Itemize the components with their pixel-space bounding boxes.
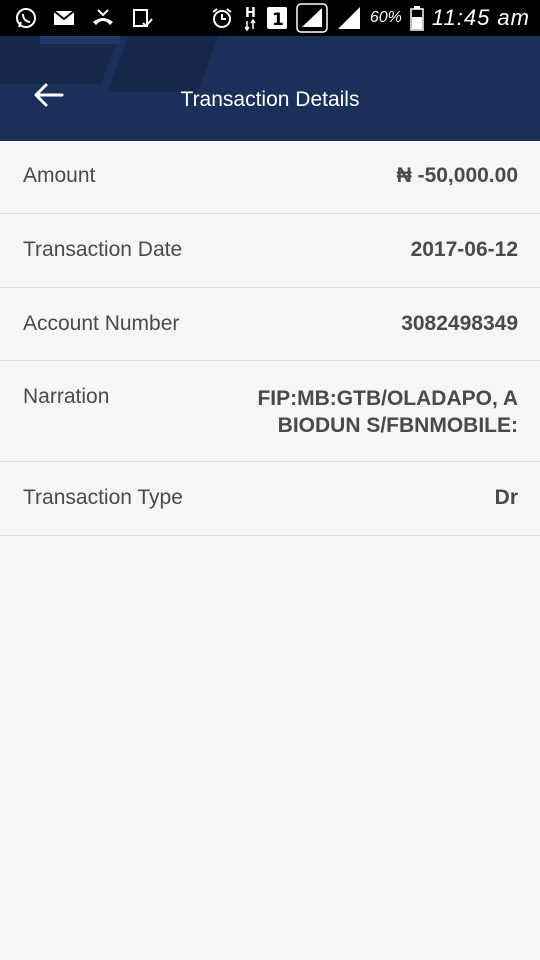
battery-icon [410, 5, 424, 31]
svg-text:1: 1 [272, 10, 284, 30]
transaction-date-row: Transaction Date 2017-06-12 [0, 214, 540, 288]
transaction-type-row: Transaction Type Dr [0, 462, 540, 536]
transaction-date-value: 2017-06-12 [410, 238, 518, 261]
transaction-type-value: Dr [494, 486, 518, 509]
amount-value: ₦ -50,000.00 [396, 164, 518, 187]
transaction-type-label: Transaction Type [23, 486, 183, 509]
amount-label: Amount [23, 164, 96, 187]
transaction-details-list: Amount ₦ -50,000.00 Transaction Date 201… [0, 141, 540, 536]
account-number-row: Account Number 3082498349 [0, 288, 540, 361]
clipboard-check-icon [130, 6, 154, 30]
amount-row: Amount ₦ -50,000.00 [0, 141, 540, 214]
signal-icon [296, 3, 328, 33]
narration-label: Narration [23, 385, 110, 408]
missed-call-icon [90, 7, 116, 29]
header-decoration [40, 36, 120, 44]
h-network-icon: H [242, 4, 258, 32]
header-decoration [107, 36, 219, 92]
svg-text:H: H [245, 6, 256, 21]
account-number-value: 3082498349 [401, 312, 518, 335]
app-bar: Transaction Details [0, 36, 540, 141]
whatsapp-icon [14, 6, 38, 30]
transaction-date-label: Transaction Date [23, 238, 183, 261]
battery-percentage: 60% [369, 9, 402, 26]
status-bar: H 1 60% 11:45 am [0, 0, 540, 36]
clock: 11:45 am [431, 5, 530, 30]
narration-row: Narration FIP:MB:GTB/OLADAPO, ABIODUN S/… [0, 361, 540, 462]
account-number-label: Account Number [23, 312, 180, 335]
narration-value: FIP:MB:GTB/OLADAPO, ABIODUN S/FBNMOBILE: [257, 387, 518, 437]
alarm-icon [210, 6, 234, 30]
page-title: Transaction Details [180, 88, 360, 111]
signal-icon [336, 5, 362, 31]
mail-icon [52, 8, 76, 28]
sim-1-icon: 1 [266, 6, 288, 30]
